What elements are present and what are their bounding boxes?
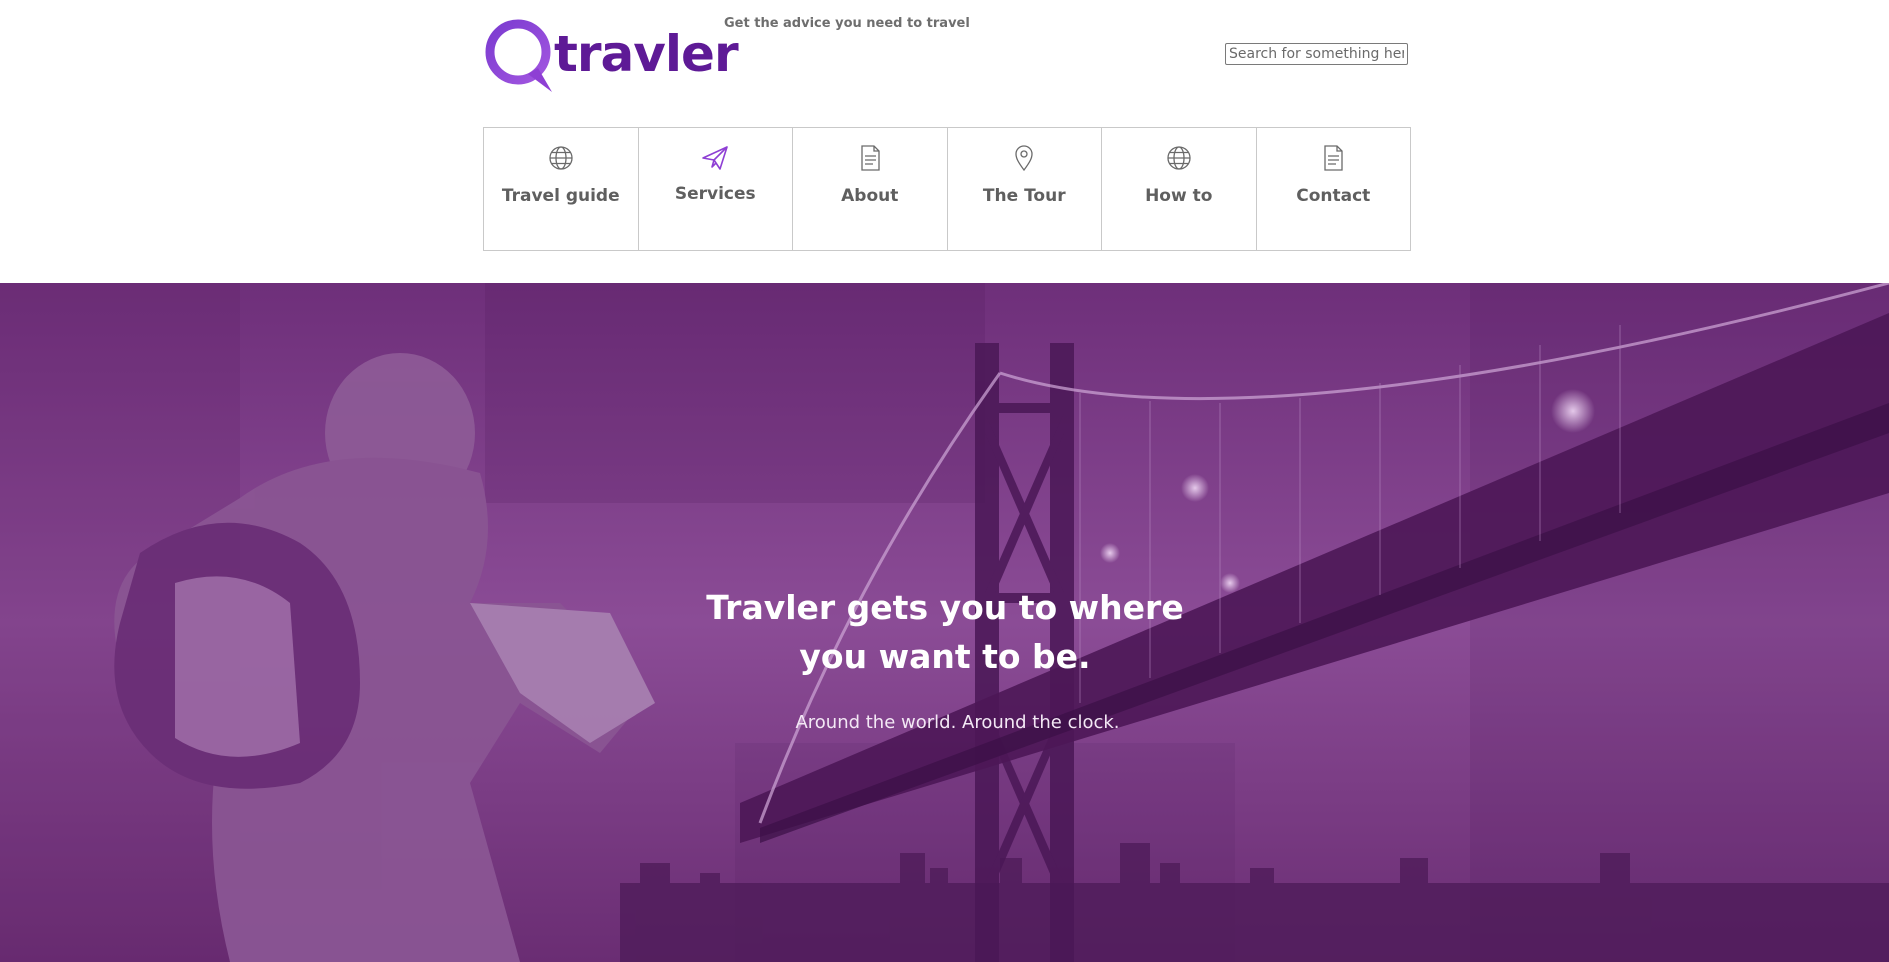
nav-label: The Tour — [982, 186, 1066, 206]
map-pin-icon — [1015, 145, 1033, 172]
hero-title-line-1: Travler gets you to where — [706, 588, 1184, 627]
nav-label: About — [841, 186, 899, 206]
nav-label: Services — [674, 184, 756, 204]
logo-wordmark: travler — [554, 25, 739, 83]
site-header: travler Get the advice you need to trave… — [0, 0, 1889, 283]
globe-icon — [549, 146, 573, 170]
hero-title: Travler gets you to where you want to be… — [0, 583, 1889, 681]
nav-label: Travel guide — [501, 186, 620, 206]
nav-label: Contact — [1296, 186, 1371, 206]
nav-item-services[interactable]: Services — [637, 127, 793, 251]
globe-icon — [1167, 146, 1191, 170]
nav-item-travel-guide[interactable]: Travel guide — [483, 127, 639, 251]
tagline: Get the advice you need to travel — [724, 16, 970, 31]
nav-item-how-to[interactable]: How to — [1101, 127, 1257, 251]
nav-item-contact[interactable]: Contact — [1255, 127, 1411, 251]
document-icon — [1324, 145, 1343, 171]
search-input[interactable] — [1225, 43, 1408, 65]
hero-title-line-2: you want to be. — [799, 637, 1091, 676]
chat-bubble-logo-icon — [485, 19, 552, 92]
logo-link[interactable]: travler — [482, 16, 739, 94]
main-nav: Travel guide Services About The Tour How… — [483, 127, 1411, 251]
hero-banner: Travler gets you to where you want to be… — [0, 283, 1889, 962]
nav-item-about[interactable]: About — [792, 127, 948, 251]
nav-item-the-tour[interactable]: The Tour — [946, 127, 1102, 251]
paper-plane-icon — [702, 146, 729, 170]
hero-subtitle: Around the world. Around the clock. — [795, 712, 1120, 733]
nav-label: How to — [1145, 186, 1213, 206]
document-icon — [861, 145, 880, 171]
